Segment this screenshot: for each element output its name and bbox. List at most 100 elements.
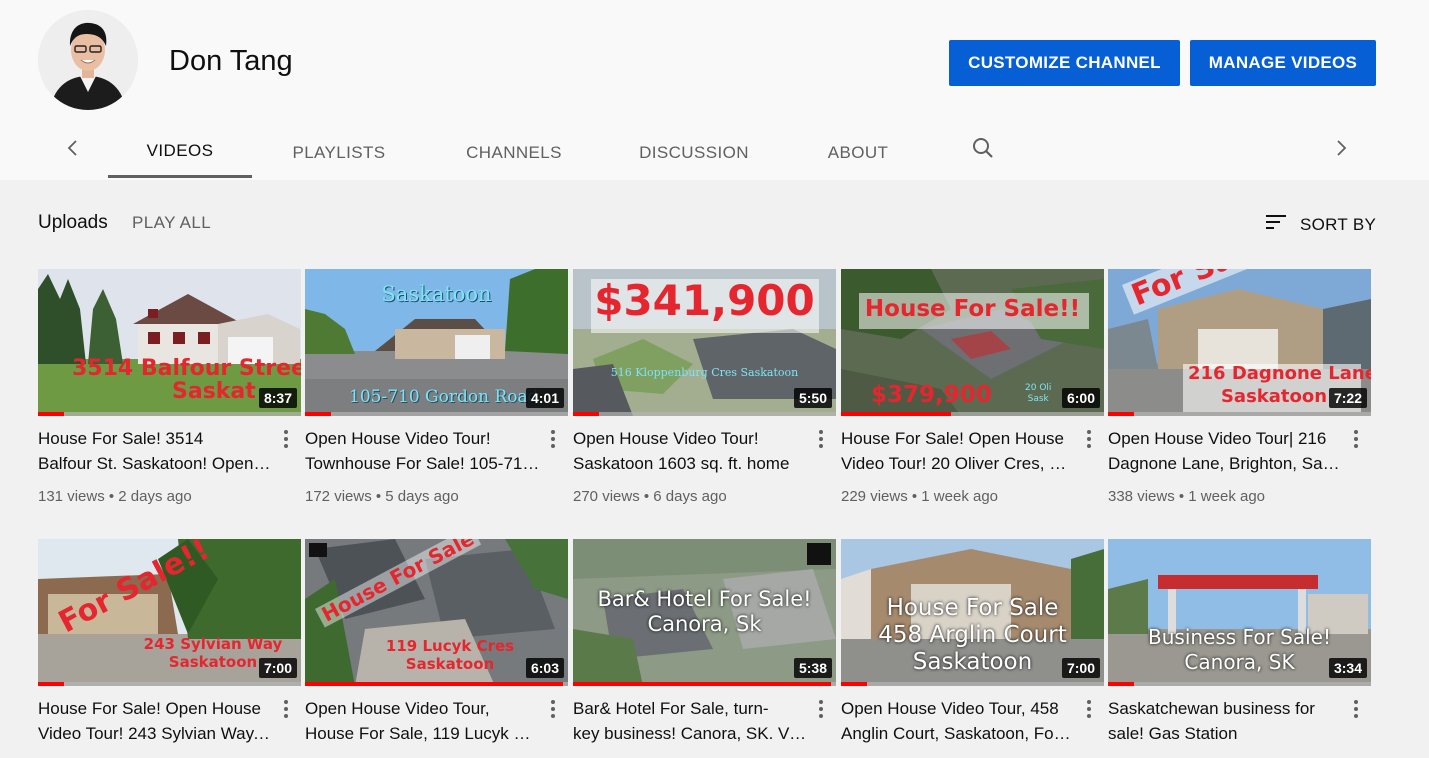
tab-about[interactable]: ABOUT: [808, 127, 908, 178]
customize-channel-button[interactable]: CUSTOMIZE CHANNEL: [949, 40, 1180, 86]
section-title: Uploads: [38, 212, 108, 233]
video-card: 3514 Balfour Street Saskat 8:37 House Fo…: [38, 269, 301, 505]
video-meta: 229 views • 1 week ago: [841, 488, 999, 505]
more-vert-icon[interactable]: [1080, 697, 1098, 721]
sort-by-label: SORT BY: [1300, 214, 1377, 234]
video-duration: 3:34: [1328, 658, 1367, 678]
video-thumbnail[interactable]: House For Sale!! $379,900 20 Oli Sask 6:…: [841, 269, 1104, 416]
video-duration: 5:50: [793, 388, 832, 408]
channel-name: Don Tang: [169, 45, 293, 77]
video-thumbnail[interactable]: Business For Sale! Canora, SK 3:34: [1108, 539, 1371, 686]
more-vert-icon[interactable]: [1347, 427, 1365, 451]
watch-progress: [573, 682, 836, 686]
video-thumbnail[interactable]: $341,900 516 Kloppenburg Cres Saskatoon …: [573, 269, 836, 416]
sort-by-button[interactable]: SORT BY: [1264, 210, 1376, 239]
video-card: House For Sale!! $379,900 20 Oli Sask 6:…: [841, 269, 1104, 505]
video-card: Saskatoon 105-710 Gordon Road 4:01 Open …: [305, 269, 568, 505]
video-duration: 7:00: [1061, 658, 1100, 678]
video-card: Bar& Hotel For Sale! Canora, Sk 5:38 Bar…: [573, 539, 836, 743]
video-card: For Sale!! 216 Dagnone Lane Saskatoon 7:…: [1108, 269, 1371, 505]
thumbnail-overlay-text: Canora, Sk: [647, 612, 762, 637]
thumbnail-overlay-text: $341,900: [594, 276, 815, 325]
search-icon[interactable]: [966, 131, 1000, 165]
thumbnail-overlay-text: Saskatoon: [381, 282, 492, 306]
more-vert-icon[interactable]: [277, 427, 295, 451]
video-thumbnail[interactable]: House For Sale 119 Lucyk Cres Saskatoon …: [305, 539, 568, 686]
video-thumbnail[interactable]: 3514 Balfour Street Saskat 8:37: [38, 269, 301, 416]
sort-icon: [1264, 210, 1288, 239]
video-duration: 8:37: [258, 388, 297, 408]
video-meta: 131 views • 2 days ago: [38, 488, 192, 505]
watch-progress: [573, 412, 836, 416]
video-title[interactable]: Bar& Hotel For Sale, turn- key business!…: [573, 696, 808, 746]
thumbnail-overlay-text: House For Sale: [886, 595, 1059, 621]
more-vert-icon[interactable]: [277, 697, 295, 721]
video-thumbnail[interactable]: For Sale!! 243 Sylvian Way Saskatoon 7:0…: [38, 539, 301, 686]
watch-progress: [1108, 412, 1371, 416]
video-meta: 172 views • 5 days ago: [305, 488, 459, 505]
video-card: For Sale!! 243 Sylvian Way Saskatoon 7:0…: [38, 539, 301, 743]
video-title[interactable]: Open House Video Tour, 458 Anglin Court,…: [841, 696, 1076, 746]
video-title[interactable]: Open House Video Tour! Saskatoon 1603 sq…: [573, 426, 808, 476]
watch-progress: [841, 682, 1104, 686]
thumbnail-overlay-text: 105-710 Gordon Road: [349, 387, 539, 407]
thumbnail-overlay-text: $379,900: [871, 382, 992, 408]
chevron-left-icon[interactable]: [55, 130, 91, 166]
thumbnail-overlay-text: Saskatoon: [405, 655, 495, 673]
video-duration: 7:22: [1328, 388, 1367, 408]
tab-playlists[interactable]: PLAYLISTS: [272, 127, 406, 178]
video-title[interactable]: Open House Video Tour| 216 Dagnone Lane,…: [1108, 426, 1343, 476]
watch-progress: [841, 412, 1104, 416]
video-card: Business For Sale! Canora, SK 3:34 Saska…: [1108, 539, 1371, 743]
thumbnail-overlay-text: Sask: [1027, 393, 1049, 404]
channel-avatar[interactable]: [38, 10, 138, 110]
more-vert-icon[interactable]: [544, 697, 562, 721]
video-title[interactable]: Open House Video Tour, House For Sale, 1…: [305, 696, 540, 746]
video-thumbnail[interactable]: Saskatoon 105-710 Gordon Road 4:01: [305, 269, 568, 416]
uploads-section: Uploads PLAY ALL SORT BY 3514 Balfour St…: [0, 180, 1429, 758]
watch-progress: [1108, 682, 1371, 686]
more-vert-icon[interactable]: [1080, 427, 1098, 451]
tab-channels[interactable]: CHANNELS: [448, 127, 580, 178]
video-title[interactable]: Open House Video Tour! Townhouse For Sal…: [305, 426, 540, 476]
video-thumbnail[interactable]: For Sale!! 216 Dagnone Lane Saskatoon 7:…: [1108, 269, 1371, 416]
more-vert-icon[interactable]: [812, 697, 830, 721]
watch-progress: [38, 682, 301, 686]
thumbnail-overlay-text: Business For Sale!: [1148, 625, 1331, 649]
video-thumbnail[interactable]: House For Sale 458 Arglin Court Saskatoo…: [841, 539, 1104, 686]
watch-progress: [305, 412, 568, 416]
tab-discussion[interactable]: DISCUSSION: [624, 127, 764, 178]
thumbnail-overlay-text: 3514 Balfour Street: [72, 356, 301, 381]
video-meta: 270 views • 6 days ago: [573, 488, 727, 505]
video-card: House For Sale 119 Lucyk Cres Saskatoon …: [305, 539, 568, 743]
video-title[interactable]: House For Sale! Open House Video Tour! 2…: [841, 426, 1076, 476]
thumbnail-overlay-text: Bar& Hotel For Sale!: [597, 587, 812, 611]
video-card: House For Sale 458 Arglin Court Saskatoo…: [841, 539, 1104, 743]
channel-header: Don Tang CUSTOMIZE CHANNEL MANAGE VIDEOS…: [0, 0, 1429, 180]
video-duration: 7:00: [258, 658, 297, 678]
watch-progress: [38, 412, 301, 416]
video-duration: 5:38: [793, 658, 832, 678]
video-duration: 4:01: [525, 388, 564, 408]
tab-videos[interactable]: VIDEOS: [108, 127, 252, 178]
video-card: $341,900 516 Kloppenburg Cres Saskatoon …: [573, 269, 836, 505]
video-title[interactable]: House For Sale! Open House Video Tour! 2…: [38, 696, 273, 746]
thumbnail-overlay-text: 216 Dagnone Lane: [1188, 363, 1371, 384]
more-vert-icon[interactable]: [544, 427, 562, 451]
thumbnail-overlay-text: 20 Oli: [1025, 383, 1052, 393]
video-title[interactable]: House For Sale! 3514 Balfour St. Saskato…: [38, 426, 273, 476]
video-title[interactable]: Saskatchewan business for sale! Gas Stat…: [1108, 696, 1343, 746]
more-vert-icon[interactable]: [812, 427, 830, 451]
thumbnail-overlay-text: 458 Arglin Court: [878, 621, 1067, 648]
thumbnail-overlay-text: 119 Lucyk Cres: [385, 637, 515, 655]
video-meta: 338 views • 1 week ago: [1108, 488, 1266, 505]
chevron-right-icon[interactable]: [1323, 130, 1359, 166]
more-vert-icon[interactable]: [1347, 697, 1365, 721]
video-thumbnail[interactable]: Bar& Hotel For Sale! Canora, Sk 5:38: [573, 539, 836, 686]
thumbnail-overlay-text: 243 Sylvian Way: [143, 635, 283, 653]
thumbnail-overlay-text: 516 Kloppenburg Cres Saskatoon: [610, 366, 799, 379]
video-duration: 6:03: [525, 658, 564, 678]
manage-videos-button[interactable]: MANAGE VIDEOS: [1190, 40, 1376, 86]
play-all-button[interactable]: PLAY ALL: [132, 213, 211, 233]
thumbnail-overlay-text: House For Sale!!: [864, 296, 1081, 322]
